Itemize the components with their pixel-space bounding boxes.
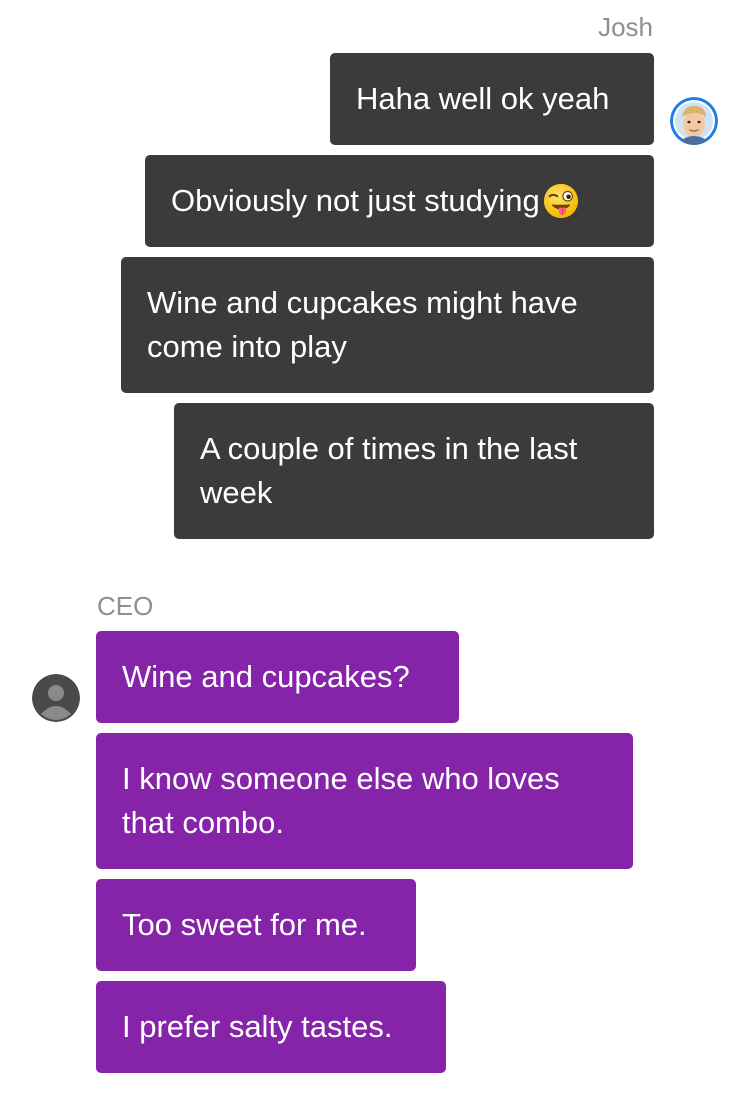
message-text: I know someone else who loves that combo… — [122, 761, 560, 840]
message-text: Haha well ok yeah — [356, 81, 610, 116]
message-bubble[interactable]: A couple of times in the last week — [174, 403, 654, 539]
memoji-avatar-icon[interactable] — [670, 97, 718, 145]
message-bubble[interactable]: Haha well ok yeah — [330, 53, 654, 145]
message-bubble[interactable]: Obviously not just studying — [145, 155, 654, 247]
message-text: Wine and cupcakes? — [122, 659, 410, 694]
message-text: Too sweet for me. — [122, 907, 367, 942]
message-text: Obviously not just studying — [171, 183, 540, 218]
sender-name-ceo: CEO — [97, 591, 154, 621]
default-person-avatar-icon[interactable] — [32, 674, 80, 722]
winking-tongue-emoji-icon — [543, 183, 578, 219]
message-bubble[interactable]: I know someone else who loves that combo… — [96, 733, 633, 869]
message-text: Wine and cupcakes might have come into p… — [147, 285, 578, 364]
message-bubble[interactable]: Wine and cupcakes? — [96, 631, 459, 723]
message-text: A couple of times in the last week — [200, 431, 578, 510]
message-bubble[interactable]: Too sweet for me. — [96, 879, 416, 971]
message-text: I prefer salty tastes. — [122, 1009, 393, 1044]
message-bubble[interactable]: I prefer salty tastes. — [96, 981, 446, 1073]
sender-name-josh: Josh — [598, 12, 653, 42]
message-bubble[interactable]: Wine and cupcakes might have come into p… — [121, 257, 654, 393]
